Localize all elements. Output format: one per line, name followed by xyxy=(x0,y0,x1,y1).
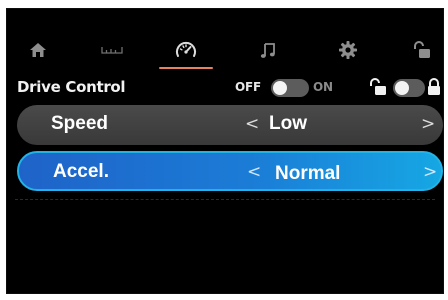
drive-control-toggle[interactable] xyxy=(271,79,309,97)
device-screen: Drive Control OFF ON Speed < Low > Accel xyxy=(6,8,444,294)
speed-increase-arrow[interactable]: > xyxy=(421,114,435,134)
lock-icon xyxy=(427,78,441,100)
toggle-knob xyxy=(395,81,409,95)
tab-settings[interactable] xyxy=(317,31,379,69)
unlock-icon xyxy=(369,78,389,100)
toggle-on-label: ON xyxy=(313,80,333,94)
lock-toggle[interactable] xyxy=(393,79,425,97)
tab-speedometer[interactable] xyxy=(155,31,217,69)
unlock-icon xyxy=(412,41,432,59)
speed-setting-row[interactable]: Speed < Low > xyxy=(17,105,443,145)
tab-bar xyxy=(7,31,443,69)
speedometer-icon xyxy=(174,40,198,60)
tab-music[interactable] xyxy=(237,31,299,69)
divider xyxy=(15,199,435,200)
speed-label: Speed xyxy=(51,113,109,134)
gear-icon xyxy=(338,40,358,60)
accel-increase-arrow[interactable]: > xyxy=(423,162,437,182)
music-note-icon xyxy=(260,41,276,59)
tab-lock[interactable] xyxy=(391,31,443,69)
accel-value: Normal xyxy=(275,163,341,184)
ruler-icon xyxy=(101,46,123,54)
drive-control-header: Drive Control OFF ON xyxy=(7,71,443,107)
tab-ruler[interactable] xyxy=(81,31,143,69)
drive-control-title: Drive Control xyxy=(17,78,126,96)
toggle-off-label: OFF xyxy=(235,80,261,94)
tab-home[interactable] xyxy=(7,31,69,69)
toggle-knob xyxy=(273,81,287,95)
accel-setting-row[interactable]: Accel. < Normal > xyxy=(17,151,443,191)
speed-value: Low xyxy=(269,113,307,134)
accel-decrease-arrow[interactable]: < xyxy=(247,162,261,182)
home-icon xyxy=(29,42,47,58)
accel-label: Accel. xyxy=(53,161,109,182)
speed-decrease-arrow[interactable]: < xyxy=(245,114,259,134)
